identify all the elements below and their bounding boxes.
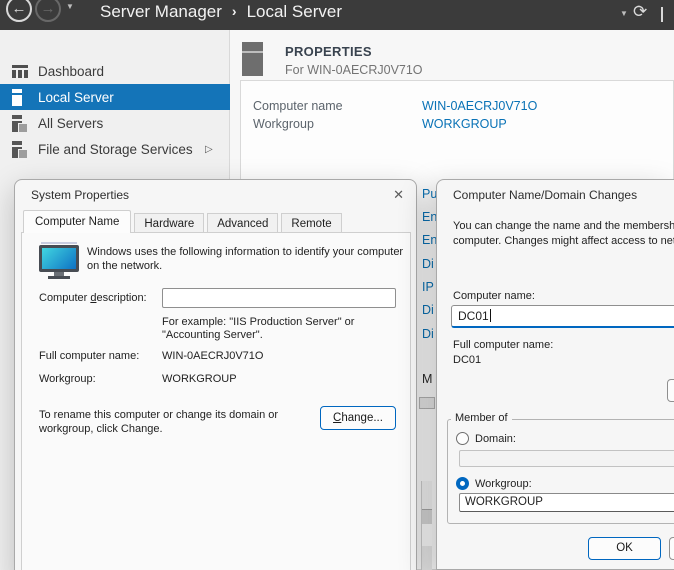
occluded-value-fragment: Di <box>422 257 434 271</box>
sidebar-item-file-storage-services[interactable]: File and Storage Services ▷ <box>0 136 230 162</box>
sidebar-item-all-servers[interactable]: All Servers <box>0 110 230 136</box>
full-computer-name-value: DC01 <box>453 354 481 366</box>
prop-label-computer-name: Computer name <box>253 99 343 113</box>
example-text-line2: "Accounting Server". <box>162 329 263 341</box>
domain-radio[interactable] <box>456 432 469 445</box>
workgroup-radio[interactable] <box>456 477 469 490</box>
tab-advanced[interactable]: Advanced <box>207 213 278 233</box>
servers-icon <box>12 115 22 132</box>
workgroup-input[interactable]: WORKGROUP <box>459 493 674 512</box>
dialog-title: System Properties <box>31 188 129 202</box>
titlebar: ← → ▼ Server Manager › Local Server ▼ ⟳ <box>0 0 674 30</box>
properties-heading: PROPERTIES <box>285 44 372 59</box>
workgroup-radio-label[interactable]: Workgroup: <box>475 478 532 490</box>
server-icon <box>12 89 22 106</box>
computer-name-input[interactable]: DC01 <box>451 305 674 328</box>
prop-link-workgroup[interactable]: WORKGROUP <box>422 117 507 131</box>
computer-monitor-icon <box>38 242 80 278</box>
dialog-title: Computer Name/Domain Changes <box>453 188 637 202</box>
change-button[interactable]: Change... <box>320 406 396 430</box>
tab-hardware[interactable]: Hardware <box>134 213 204 233</box>
sidebar-item-label: Dashboard <box>38 64 104 79</box>
computer-description-label: Computer description: <box>39 292 147 304</box>
example-text-line1: For example: "IIS Production Server" or <box>162 316 354 328</box>
computer-description-input[interactable] <box>162 288 396 308</box>
properties-subheading: For WIN-0AECRJ0V71O <box>285 63 423 77</box>
sidebar-item-label: File and Storage Services <box>38 142 193 157</box>
workgroup-label: Workgroup: <box>39 373 96 385</box>
dashboard-icon <box>12 65 28 78</box>
computer-name-label: Computer name: <box>453 290 535 302</box>
refresh-icon[interactable]: ⟳ <box>633 2 647 22</box>
cancel-button[interactable] <box>669 537 674 560</box>
sidebar-item-local-server[interactable]: Local Server <box>0 84 230 110</box>
dialog-body-line2: computer. Changes might affect access to… <box>453 235 674 247</box>
occluded-value-fragment: Di <box>422 327 434 341</box>
intro-text-line2: on the network. <box>87 260 162 272</box>
domain-radio-label[interactable]: Domain: <box>475 433 516 445</box>
tab-strip: Computer Name Hardware Advanced Remote <box>23 210 345 233</box>
properties-server-icon <box>242 42 263 76</box>
occluded-value-fragment: Di <box>422 303 434 317</box>
close-icon[interactable]: ✕ <box>393 187 404 203</box>
occluded-value-fragment: M <box>422 372 432 386</box>
notification-flag-icon[interactable] <box>661 7 663 22</box>
occluded-ui-fragment <box>419 397 435 409</box>
sidebar-item-label: Local Server <box>38 90 114 105</box>
domain-changes-dialog: Computer Name/Domain Changes You can cha… <box>436 179 674 570</box>
full-computer-name-value: WIN-0AECRJ0V71O <box>162 350 263 362</box>
forward-button[interactable]: → <box>35 0 61 22</box>
breadcrumb-current: Local Server <box>247 2 342 22</box>
occluded-value-fragment: En <box>422 233 437 247</box>
rename-note-line1: To rename this computer or change its do… <box>39 409 278 421</box>
full-computer-name-label: Full computer name: <box>39 350 139 362</box>
tab-page <box>21 232 411 570</box>
server-dropdown-caret-icon[interactable]: ▼ <box>620 9 628 18</box>
occluded-value-fragment: En <box>422 210 437 224</box>
full-computer-name-label: Full computer name: <box>453 339 553 351</box>
tab-remote[interactable]: Remote <box>281 213 341 233</box>
system-properties-dialog: System Properties ✕ Computer Name Hardwa… <box>14 179 417 570</box>
vertical-scrollbar[interactable] <box>421 481 432 570</box>
workgroup-value: WORKGROUP <box>162 373 237 385</box>
back-button[interactable]: ← <box>6 0 32 22</box>
domain-input[interactable] <box>459 450 674 467</box>
prop-link-computer-name[interactable]: WIN-0AECRJ0V71O <box>422 99 537 113</box>
ok-button[interactable]: OK <box>588 537 661 560</box>
file-storage-icon <box>12 141 22 158</box>
dialog-body-line1: You can change the name and the membersh… <box>453 220 674 232</box>
intro-text-line1: Windows uses the following information t… <box>87 246 403 258</box>
nav-history-caret-icon[interactable]: ▼ <box>66 2 74 11</box>
sidebar-item-label: All Servers <box>38 116 103 131</box>
member-of-legend: Member of <box>451 412 512 424</box>
prop-label-workgroup: Workgroup <box>253 117 314 131</box>
expand-arrow-icon[interactable]: ▷ <box>205 144 213 155</box>
text-caret <box>490 309 491 322</box>
more-button[interactable] <box>667 379 674 402</box>
occluded-value-fragment: IP <box>422 280 434 294</box>
breadcrumb: Server Manager › Local Server <box>100 2 342 22</box>
breadcrumb-separator-icon: › <box>232 3 237 19</box>
tab-computer-name[interactable]: Computer Name <box>23 210 131 233</box>
occluded-value-fragment: Pu <box>422 187 437 201</box>
rename-note-line2: workgroup, click Change. <box>39 423 163 435</box>
sidebar-item-dashboard[interactable]: Dashboard <box>0 58 230 84</box>
breadcrumb-root[interactable]: Server Manager <box>100 2 222 22</box>
